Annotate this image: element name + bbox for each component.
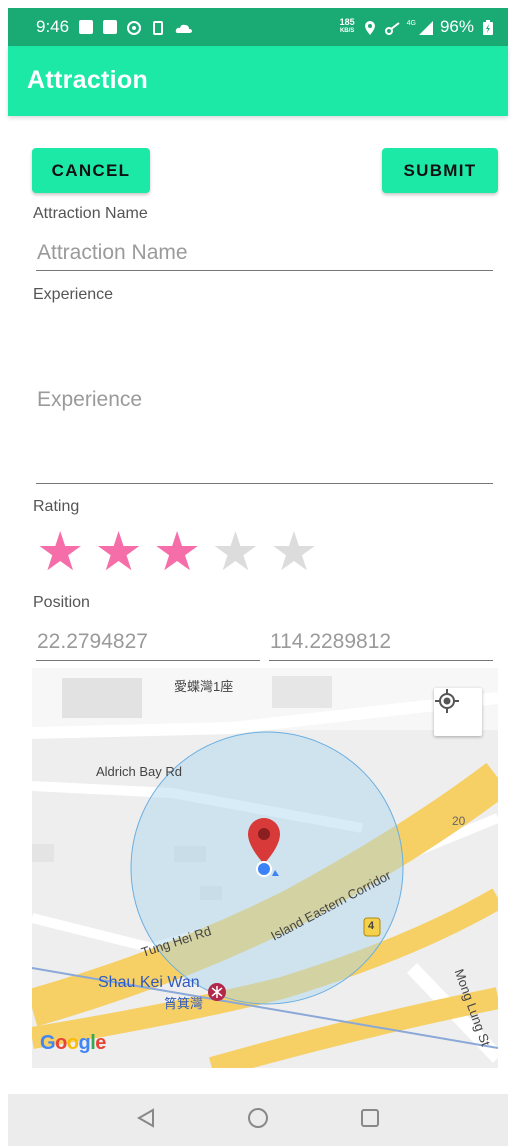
rating-label: Rating	[33, 498, 80, 515]
rating-bar[interactable]: ★ ★ ★ ★ ★	[36, 525, 318, 579]
attraction-name-underline	[36, 270, 493, 271]
speed-unit: KB/S	[339, 28, 355, 34]
speed-value: 185	[339, 17, 355, 27]
star-empty[interactable]: ★	[270, 525, 318, 579]
home-button[interactable]	[243, 1105, 273, 1135]
app-bar: Attraction	[8, 46, 508, 116]
notification-doc-icon	[79, 20, 94, 34]
station-name-zh: 筲箕灣	[164, 996, 204, 1011]
building-label: 愛蝶灣1座	[174, 679, 234, 694]
battery-percent: 96%	[439, 17, 474, 36]
status-bar: 9:46 185 KB/S 4G 96%	[8, 8, 508, 46]
experience-label: Experience	[33, 286, 114, 303]
attraction-name-label: Attraction Name	[33, 205, 148, 222]
star-filled[interactable]: ★	[36, 525, 84, 579]
network-type: 4G	[406, 19, 416, 27]
navigation-bar	[8, 1094, 508, 1146]
network-speed: 185 KB/S	[340, 18, 355, 36]
longitude-input[interactable]: 114.2289812	[270, 630, 391, 654]
attraction-name-input[interactable]: Attraction Name	[37, 241, 188, 265]
route-20-label: 20	[452, 814, 466, 828]
route-4-label: 4	[368, 920, 375, 932]
back-triangle-icon	[135, 1107, 157, 1134]
experience-underline	[36, 483, 493, 484]
longitude-underline	[269, 660, 493, 661]
google-attribution: Google	[40, 1032, 106, 1055]
notification-target-icon	[127, 20, 142, 35]
latitude-input[interactable]: 22.2794827	[37, 630, 148, 654]
google-letter: g	[78, 1032, 91, 1054]
google-letter: G	[40, 1032, 56, 1054]
submit-button[interactable]: SUBMIT	[382, 148, 498, 193]
notification-phone-icon	[151, 20, 165, 35]
cloud-icon	[175, 20, 193, 34]
map-building	[32, 844, 54, 862]
map-building	[272, 676, 332, 708]
home-circle-icon	[247, 1107, 269, 1134]
status-bar-left: 9:46	[36, 17, 193, 37]
station-name: Shau Kei Wan	[98, 974, 200, 991]
battery-charging-icon	[482, 20, 496, 35]
google-letter: o	[66, 1032, 79, 1054]
experience-input[interactable]: Experience	[37, 388, 142, 412]
map-building	[62, 678, 142, 718]
latitude-underline	[36, 660, 260, 661]
location-icon	[363, 20, 377, 35]
map-canvas	[32, 668, 498, 1068]
my-location-dot	[256, 861, 272, 877]
position-label: Position	[33, 594, 90, 611]
notification-image-icon	[103, 20, 118, 34]
back-button[interactable]	[131, 1105, 161, 1135]
google-letter: e	[95, 1032, 106, 1054]
vpn-key-icon	[384, 20, 400, 35]
star-filled[interactable]: ★	[153, 525, 201, 579]
my-location-button[interactable]	[434, 688, 482, 736]
cancel-button[interactable]: CANCEL	[32, 148, 150, 193]
map-highway-bottom	[208, 987, 498, 1068]
google-letter: o	[55, 1032, 67, 1054]
star-empty[interactable]: ★	[211, 525, 259, 579]
recents-button[interactable]	[355, 1105, 385, 1135]
signal-icon	[418, 20, 433, 35]
page-title: Attraction	[27, 66, 149, 94]
aldrich-bay-rd-label: Aldrich Bay Rd	[96, 764, 182, 779]
status-time: 9:46	[36, 17, 70, 36]
status-bar-right: 185 KB/S 4G 96%	[340, 17, 496, 37]
recents-square-icon	[359, 1107, 381, 1134]
map-view[interactable]: 愛蝶灣1座 Aldrich Bay Rd Tung Hei Rd Island …	[32, 668, 498, 1068]
map-marker-center	[258, 828, 270, 840]
star-filled[interactable]: ★	[94, 525, 142, 579]
